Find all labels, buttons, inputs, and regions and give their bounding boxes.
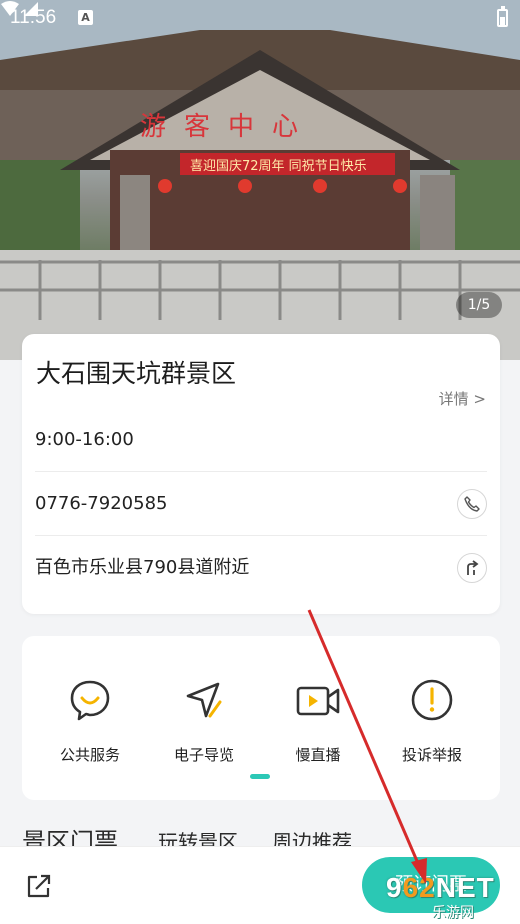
hero-banner-text: 喜迎国庆72周年 同祝节日快乐 [190, 159, 367, 174]
opening-hours: 9:00-16:00 [35, 429, 134, 450]
route-icon [467, 560, 479, 575]
phone-number: 0776-7920585 [35, 493, 168, 514]
watermark-logo: 962NET 乐游网 [386, 872, 516, 921]
service-label: 投诉举报 [401, 746, 462, 764]
hero-image[interactable]: 喜迎国庆72周年 同祝节日快乐 游客中心 11:56 A 1/5 [0, 0, 520, 360]
roof-sign-text: 游客中心 [140, 112, 316, 142]
page-indicator [250, 774, 270, 779]
wm-brand-a: 9 [386, 872, 403, 903]
phone-call-button[interactable] [457, 489, 487, 519]
notification-icon: A [78, 10, 93, 25]
exclamation-icon [411, 679, 453, 721]
hours-row: 9:00-16:00 [35, 408, 487, 472]
visitor-center-photo: 喜迎国庆72周年 同祝节日快乐 游客中心 [0, 0, 520, 360]
service-label: 电子导览 [173, 746, 234, 764]
address-row[interactable]: 百色市乐业县790县道附近 [35, 536, 487, 600]
scenic-info-card: 大石围天坑群景区 详情 > 9:00-16:00 0776-7920585 百色… [22, 334, 500, 614]
service-live[interactable]: 慢直播 [258, 676, 378, 765]
phone-row[interactable]: 0776-7920585 [35, 472, 487, 536]
scenic-name: 大石围天坑群景区 [36, 359, 237, 388]
service-label: 公共服务 [59, 746, 120, 764]
navigation-icon [186, 682, 222, 718]
navigate-button[interactable] [457, 553, 487, 583]
wm-brand-b: 62 [402, 872, 436, 903]
image-counter: 1/5 [456, 292, 502, 318]
watermark-brand: 962NET [386, 872, 495, 904]
service-public[interactable]: 公共服务 [30, 676, 150, 765]
detail-link[interactable]: 详情 > [439, 388, 486, 409]
video-camera-icon [296, 686, 340, 716]
wm-brand-c: NET [435, 872, 495, 903]
address-text: 百色市乐业县790县道附近 [35, 557, 250, 578]
share-button[interactable] [26, 873, 52, 903]
battery-icon [497, 6, 508, 27]
share-icon [27, 874, 51, 898]
service-complaint[interactable]: 投诉举报 [372, 676, 492, 765]
watermark-subtitle: 乐游网 [432, 905, 474, 921]
service-grid-card: 公共服务 电子导览 慢直播 投诉举报 [22, 636, 500, 800]
phone-icon [464, 496, 480, 512]
service-guide[interactable]: 电子导览 [144, 676, 264, 765]
service-label: 慢直播 [295, 746, 341, 764]
smile-chat-icon [70, 680, 110, 721]
wifi-signal-icon [1, 1, 38, 16]
status-bar: 11:56 A [0, 0, 520, 36]
